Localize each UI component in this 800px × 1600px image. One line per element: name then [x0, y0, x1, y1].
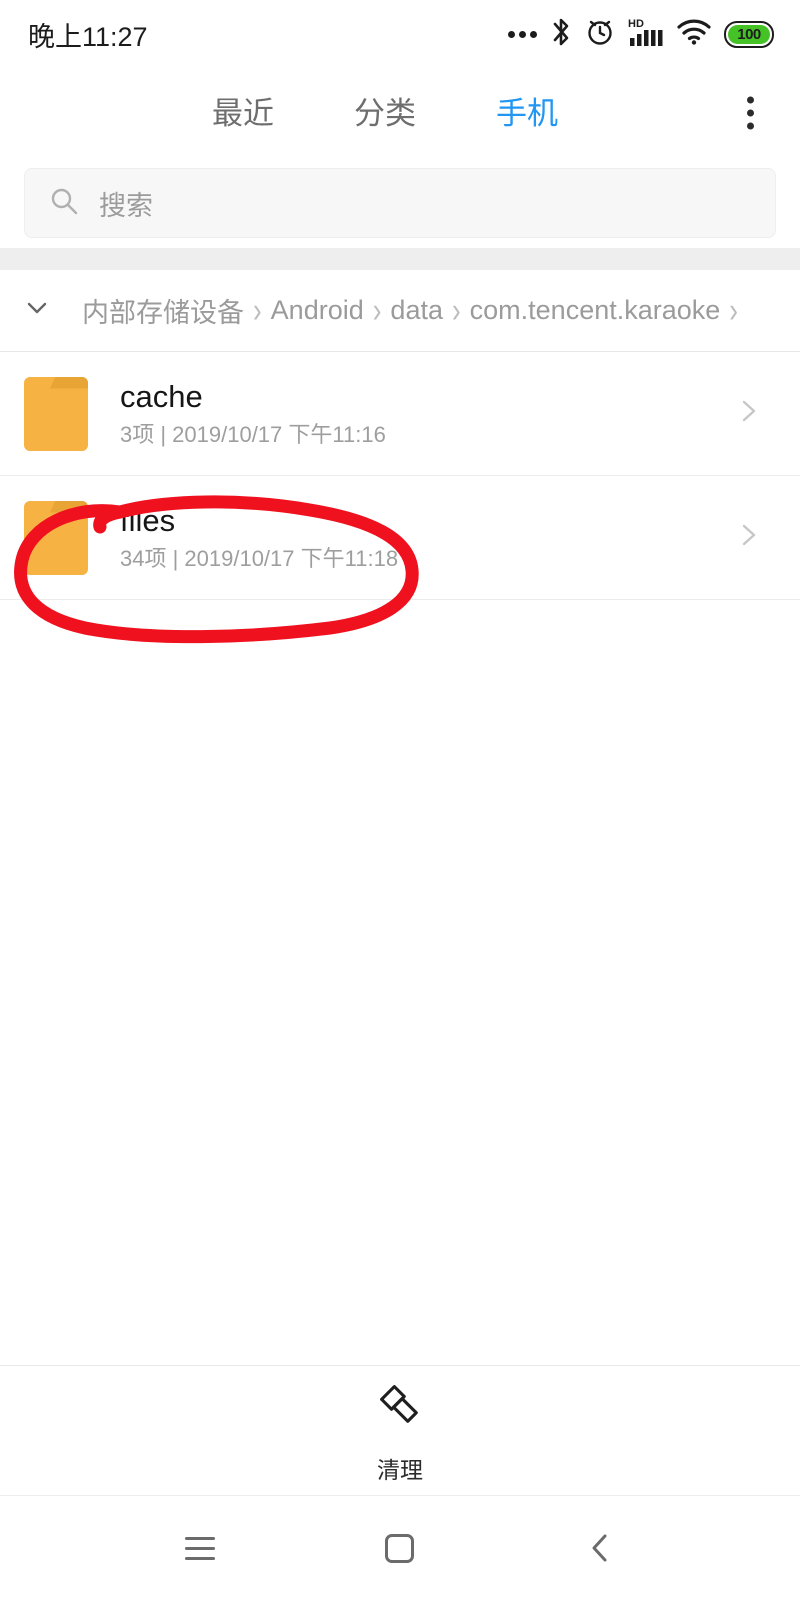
clean-button[interactable]: 清理 — [0, 1365, 800, 1495]
home-icon[interactable] — [361, 1520, 438, 1577]
search-placeholder: 搜索 — [99, 190, 153, 221]
breadcrumb-item-android[interactable]: Android — [271, 295, 364, 326]
clean-label: 清理 — [377, 1457, 423, 1483]
status-icons: HD 100 — [508, 16, 774, 53]
file-manager-screen: 晚上11:27 HD 100 最近 分类 手机 搜索 内部存储设备 › Andr… — [0, 0, 800, 1600]
breadcrumb: 内部存储设备 › Android › data › com.tencent.ka… — [0, 270, 800, 352]
tab-phone[interactable]: 手机 — [496, 98, 558, 129]
svg-text:HD: HD — [628, 18, 644, 30]
menu-icon[interactable] — [161, 1523, 239, 1574]
breadcrumb-separator: › — [451, 291, 461, 330]
android-nav-bar — [0, 1495, 800, 1600]
tab-bar: 最近 分类 手机 — [0, 68, 800, 158]
file-meta: 3项 | 2019/10/17 下午11:16 — [120, 421, 386, 447]
search-icon — [49, 186, 79, 221]
breadcrumb-item-package[interactable]: com.tencent.karaoke — [470, 295, 721, 326]
status-clock: 晚上11:27 — [28, 21, 148, 52]
breadcrumb-separator-trailing: › — [729, 291, 738, 330]
chevron-right-icon[interactable] — [732, 394, 766, 433]
breadcrumb-path: 内部存储设备 › Android › data › com.tencent.ka… — [82, 291, 738, 330]
status-bar: 晚上11:27 HD 100 — [0, 0, 800, 68]
tab-recent[interactable]: 最近 — [212, 98, 274, 129]
breadcrumb-item-data[interactable]: data — [390, 295, 443, 326]
table-row[interactable]: cache 3项 | 2019/10/17 下午11:16 — [0, 352, 800, 476]
bluetooth-icon — [550, 17, 572, 52]
folder-icon — [24, 376, 88, 451]
file-info: cache 3项 | 2019/10/17 下午11:16 — [120, 381, 732, 446]
hd-signal-icon: HD — [628, 16, 664, 53]
battery-icon: 100 — [724, 20, 774, 48]
back-icon[interactable] — [561, 1517, 639, 1579]
overflow-menu-icon[interactable] — [741, 91, 760, 136]
folder-icon — [24, 500, 88, 575]
chevron-down-icon[interactable] — [22, 293, 52, 328]
breadcrumb-separator: › — [372, 291, 382, 330]
search-bar: 搜索 — [0, 158, 800, 248]
file-name: files — [120, 503, 176, 539]
file-name: cache — [120, 379, 203, 415]
wifi-icon — [677, 18, 711, 51]
file-meta: 34项 | 2019/10/17 下午11:18 — [120, 545, 399, 571]
more-dots-icon — [508, 30, 537, 38]
file-list: cache 3项 | 2019/10/17 下午11:16 files 34项 … — [0, 352, 800, 1365]
breadcrumb-separator: › — [253, 291, 262, 330]
tab-list: 最近 分类 手机 — [212, 98, 558, 129]
table-row[interactable]: files 34项 | 2019/10/17 下午11:18 — [0, 476, 800, 600]
section-divider-band — [0, 248, 800, 270]
brush-clean-icon — [371, 1376, 429, 1439]
search-input[interactable]: 搜索 — [24, 168, 776, 238]
chevron-right-icon[interactable] — [732, 518, 766, 557]
breadcrumb-item-storage[interactable]: 内部存储设备 — [82, 291, 244, 330]
file-info: files 34项 | 2019/10/17 下午11:18 — [120, 505, 732, 570]
alarm-icon — [585, 17, 615, 52]
tab-categories[interactable]: 分类 — [354, 98, 416, 129]
battery-level: 100 — [737, 25, 761, 43]
